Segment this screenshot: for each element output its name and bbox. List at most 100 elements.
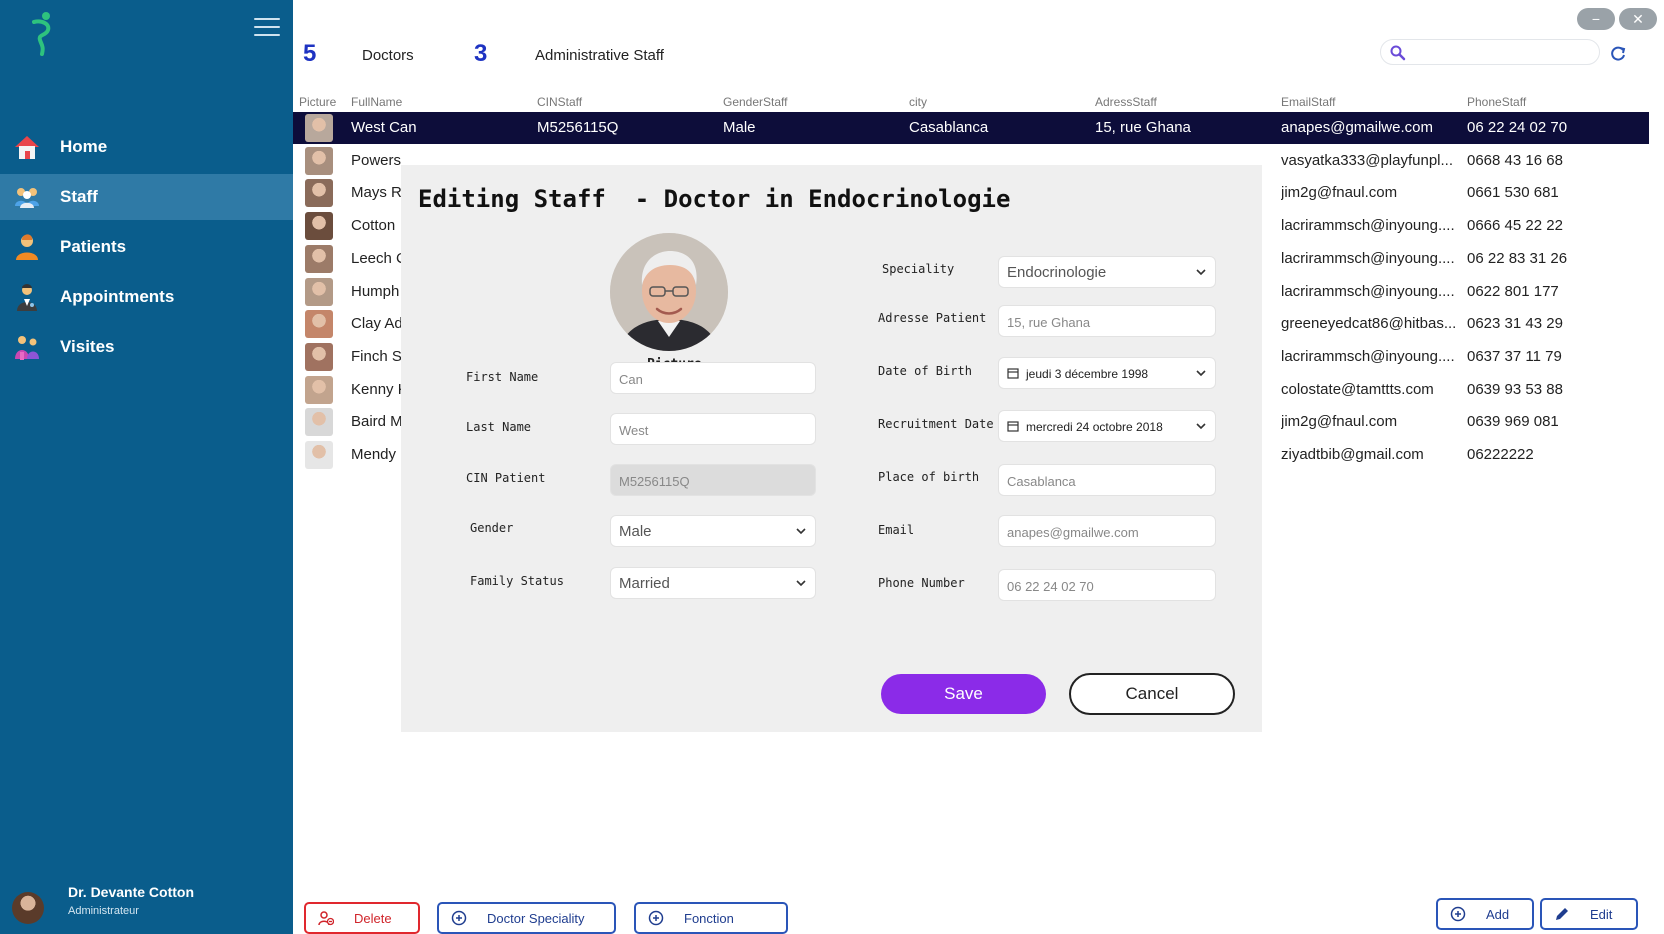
birthplace-field[interactable]: Casablanca [998, 464, 1216, 496]
column-header[interactable]: city [909, 95, 927, 109]
staff-thumbnail [305, 408, 333, 437]
nav-label: Patients [60, 237, 127, 256]
staff-photo[interactable] [610, 233, 728, 351]
cancel-button[interactable]: Cancel [1069, 673, 1235, 715]
cell-address: 15, rue Ghana [1095, 119, 1191, 136]
gender-label: Gender [470, 521, 514, 535]
column-header[interactable]: GenderStaff [723, 95, 788, 109]
search-input[interactable] [1411, 42, 1591, 62]
dob-picker[interactable]: jeudi 3 décembre 1998 [998, 357, 1216, 389]
visit-icon [12, 332, 42, 362]
staff-thumbnail [305, 114, 333, 142]
gender-select[interactable]: Male [610, 515, 816, 547]
chevron-down-icon [1196, 423, 1206, 430]
patient-icon [12, 232, 42, 262]
table-row[interactable]: West Can M5256115Q Male Casablanca 15, rue G… [293, 112, 1649, 144]
cell-cin: M5256115Q [537, 119, 619, 136]
cell-email: lacrirammsch@inyoung.... [1281, 249, 1455, 267]
minimize-button[interactable]: − [1577, 8, 1615, 30]
last-name-field[interactable]: West [610, 413, 816, 445]
staff-thumbnail [305, 179, 333, 208]
doctors-label: Doctors [362, 47, 414, 64]
family-status-select[interactable]: Married [610, 567, 816, 599]
close-button[interactable]: ✕ [1619, 8, 1657, 30]
staff-thumbnail [305, 212, 333, 241]
address-field[interactable]: 15, rue Ghana [998, 305, 1216, 337]
dob-label: Date of Birth [878, 364, 972, 378]
cell-email: lacrirammsch@inyoung.... [1281, 347, 1455, 365]
column-header[interactable]: EmailStaff [1281, 95, 1335, 109]
email-field[interactable]: anapes@gmailwe.com [998, 515, 1216, 547]
nav-item-visites[interactable]: Visites [0, 324, 293, 370]
cin-field: M5256115Q [610, 464, 816, 496]
cell-phone: 0637 37 11 79 [1467, 347, 1562, 365]
nav-item-staff[interactable]: Staff [0, 174, 293, 220]
current-user: Dr. Devante Cotton Administrateur [12, 884, 282, 928]
recruitment-date-value: mercredi 24 octobre 2018 [1026, 420, 1163, 434]
column-header[interactable]: Picture [299, 95, 336, 109]
pencil-icon [1556, 908, 1568, 920]
cell-email: jim2g@fnaul.com [1281, 413, 1398, 431]
email-label: Email [878, 523, 915, 537]
nav-item-home[interactable]: Home [0, 124, 293, 170]
column-header[interactable]: AdressStaff [1095, 95, 1157, 109]
family-status-value: Married [619, 575, 670, 592]
phone-field[interactable]: 06 22 24 02 70 [998, 569, 1216, 601]
plus-circle-icon [451, 910, 467, 926]
doctor-speciality-button[interactable]: Doctor Speciality [437, 902, 616, 934]
menu-toggle-button[interactable] [254, 18, 280, 38]
column-header[interactable]: CINStaff [537, 95, 582, 109]
first-name-field[interactable]: Can [610, 362, 816, 394]
admin-staff-count: 3 [474, 40, 488, 67]
cell-phone: 0668 43 16 68 [1467, 151, 1563, 169]
fonction-button[interactable]: Fonction [634, 902, 788, 934]
staff-thumbnail [305, 441, 333, 469]
dob-value: jeudi 3 décembre 1998 [1026, 367, 1149, 381]
sidebar: Home Staff Patients Appointments Visites… [0, 0, 293, 934]
speciality-select[interactable]: Endocrinologie [998, 256, 1216, 288]
recruitment-date-picker[interactable]: mercredi 24 octobre 2018 [998, 410, 1216, 442]
column-header[interactable]: FullName [351, 95, 402, 109]
chevron-down-icon [796, 528, 806, 535]
cin-label: CIN Patient [466, 471, 546, 485]
cell-phone: 06 22 83 31 26 [1467, 249, 1568, 267]
last-name-label: Last Name [466, 420, 532, 434]
chevron-down-icon [1196, 269, 1206, 276]
home-icon [12, 132, 42, 162]
app-logo-icon [32, 12, 51, 56]
recruitment-date-label: Recruitment Date [878, 417, 994, 431]
appointment-icon [12, 282, 42, 312]
cell-email: jim2g@fnaul.com [1281, 184, 1398, 202]
cell-city: Casablanca [909, 119, 989, 136]
first-name-label: First Name [466, 370, 539, 384]
edit-button[interactable]: Edit [1540, 898, 1638, 930]
column-header[interactable]: PhoneStaff [1467, 95, 1526, 109]
cell-phone: 0639 969 081 [1467, 413, 1559, 431]
family-status-label: Family Status [470, 574, 564, 588]
cell-gender: Male [723, 119, 756, 136]
edit-label: Edit [1590, 906, 1613, 922]
delete-button[interactable]: Delete [304, 902, 420, 934]
cell-phone: 06222222 [1467, 446, 1534, 463]
dialog-title: Editing Staff - Doctor in Endocrinologie [418, 185, 1011, 213]
nav-label: Staff [60, 187, 98, 206]
staff-thumbnail [305, 342, 333, 371]
save-button[interactable]: Save [881, 674, 1046, 714]
address-label: Adresse Patient [878, 311, 987, 325]
plus-circle-icon [648, 910, 664, 926]
add-button[interactable]: Add [1436, 898, 1534, 930]
nav-item-patients[interactable]: Patients [0, 224, 293, 270]
chevron-down-icon [796, 580, 806, 587]
staff-thumbnail [305, 146, 333, 175]
staff-thumbnail [305, 375, 333, 404]
calendar-icon [1007, 421, 1019, 432]
cell-phone: 0622 801 177 [1467, 282, 1559, 300]
refresh-icon[interactable] [1608, 44, 1628, 64]
admin-staff-label: Administrative Staff [535, 47, 664, 64]
cell-phone: 06 22 24 02 70 [1467, 119, 1568, 136]
add-label: Add [1486, 906, 1510, 922]
cell-email: lacrirammsch@inyoung.... [1281, 217, 1455, 235]
staff-icon [12, 182, 42, 212]
nav-item-appointments[interactable]: Appointments [0, 274, 293, 320]
search-icon [1390, 45, 1406, 61]
